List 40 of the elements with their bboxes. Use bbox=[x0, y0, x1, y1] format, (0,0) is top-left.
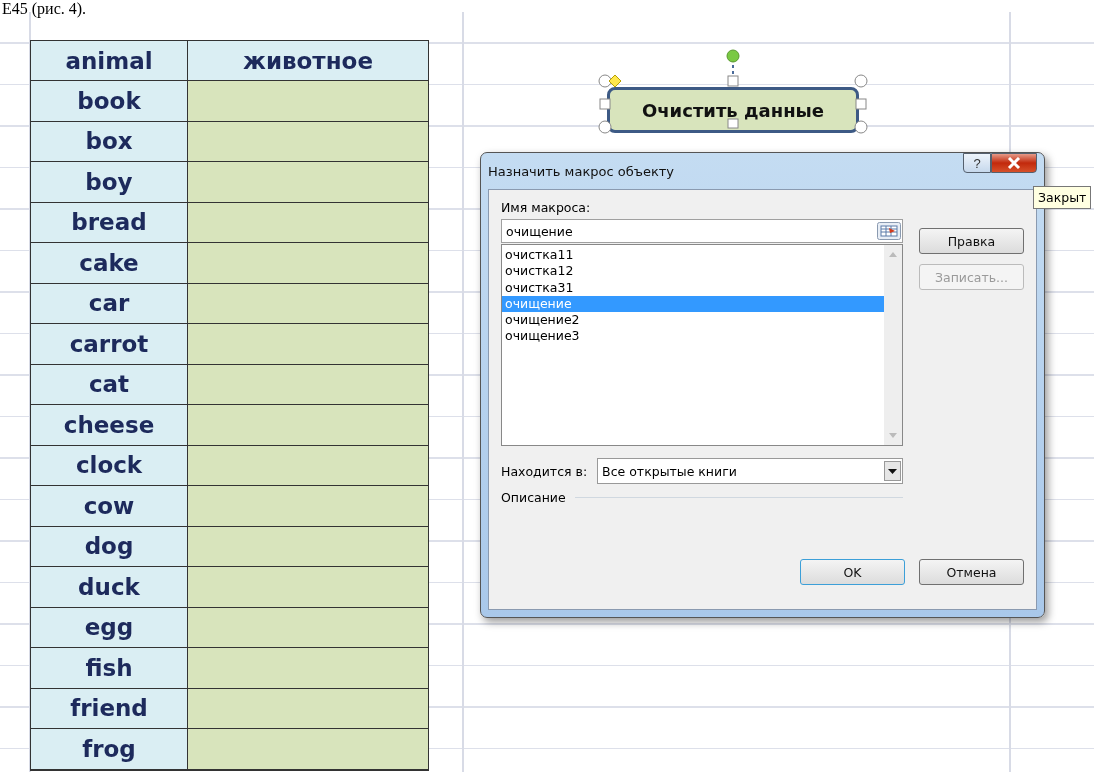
table-cell: book bbox=[31, 81, 188, 121]
dialog-button[interactable]: Правка bbox=[919, 228, 1024, 254]
cancel-button[interactable]: Отмена bbox=[919, 559, 1024, 585]
macro-list-item[interactable]: очищение3 bbox=[502, 328, 884, 345]
macro-list-item[interactable]: очистка31 bbox=[502, 279, 884, 296]
location-dropdown[interactable]: Все открытые книги bbox=[597, 458, 903, 484]
field-label: Находится в: bbox=[501, 463, 588, 479]
macro-list-item[interactable]: очистка12 bbox=[502, 263, 884, 280]
ok-button[interactable]: OK bbox=[800, 559, 905, 585]
close-icon bbox=[1007, 157, 1021, 169]
table-cell: bread bbox=[31, 202, 188, 242]
document-text: Е45 (рис. 4). bbox=[1, 0, 87, 18]
macro-list-item[interactable]: очищение2 bbox=[502, 312, 884, 329]
table-cell: friend bbox=[31, 688, 188, 728]
table-cell: cow bbox=[31, 486, 188, 526]
range-select-icon[interactable] bbox=[877, 222, 901, 240]
table-cell: clock bbox=[31, 445, 188, 485]
table-cell: cat bbox=[31, 364, 188, 404]
field-label: Имя макроса: bbox=[501, 200, 592, 215]
table-cell: frog bbox=[31, 729, 188, 769]
table-cell: carrot bbox=[31, 324, 188, 364]
window-title: Назначить макрос объекту bbox=[488, 164, 674, 179]
section-label: Описание bbox=[501, 490, 566, 505]
table-cell: cake bbox=[31, 243, 188, 283]
table-cell: boy bbox=[31, 162, 188, 202]
macro-shape-button[interactable]: Очистить данные bbox=[607, 87, 859, 133]
macro-list-item[interactable]: очистка11 bbox=[502, 247, 884, 264]
table-cell: duck bbox=[31, 567, 188, 607]
table-cell: box bbox=[31, 121, 188, 161]
macro-name-field[interactable]: очищение bbox=[501, 219, 903, 243]
table-cell: egg bbox=[31, 607, 188, 647]
table-cell: car bbox=[31, 283, 188, 323]
column-header: животное bbox=[188, 41, 428, 80]
close-button[interactable] bbox=[991, 153, 1037, 173]
table-cell: fish bbox=[31, 648, 188, 688]
column-header: animal bbox=[31, 41, 188, 80]
table-cell: dog bbox=[31, 526, 188, 566]
tooltip: Закрыт bbox=[1033, 186, 1092, 209]
table-cell: cheese bbox=[31, 405, 188, 445]
help-button[interactable]: ? bbox=[963, 153, 991, 173]
